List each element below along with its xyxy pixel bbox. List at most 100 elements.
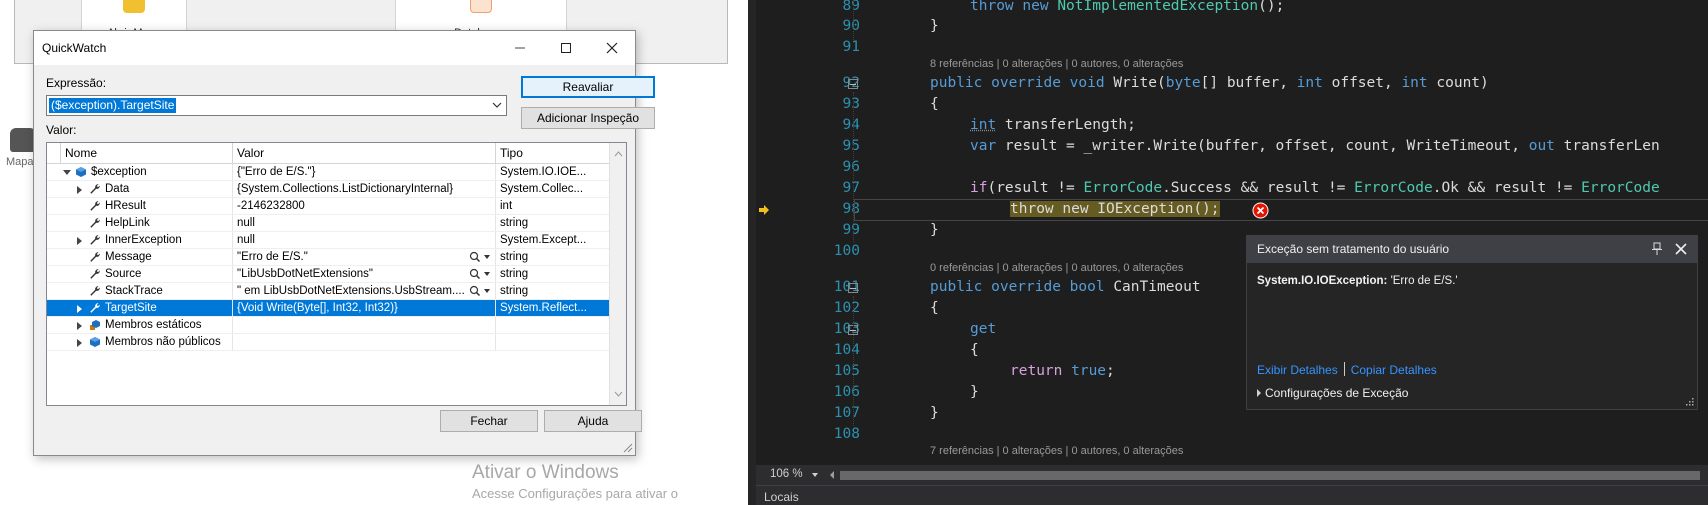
watch-value[interactable]: {Void Write(Byte[], Int32, Int32)} xyxy=(233,300,496,316)
watch-value[interactable]: "LibUsbDotNetExtensions" xyxy=(233,266,496,282)
exception-settings-label: Configurações de Exceção xyxy=(1265,386,1408,400)
watch-value[interactable]: " em LibUsbDotNetExtensions.UsbStream...… xyxy=(233,283,496,299)
code-line-102: { xyxy=(930,300,939,316)
copy-details-link[interactable]: Copiar Detalhes xyxy=(1351,363,1437,377)
wrench-icon xyxy=(89,183,101,195)
resize-grip-icon[interactable] xyxy=(623,443,633,453)
expression-text[interactable]: ($exception).TargetSite xyxy=(49,98,176,113)
codelens-references[interactable]: 8 referências | 0 alterações | 0 autores… xyxy=(930,58,1183,70)
watch-value[interactable] xyxy=(233,334,496,350)
wrench-icon xyxy=(89,200,101,212)
column-header-type[interactable]: Tipo xyxy=(496,143,610,164)
watch-row-helplink[interactable]: HelpLink null string xyxy=(47,215,610,232)
scroll-down-icon[interactable] xyxy=(610,389,627,399)
line-number: 105 xyxy=(800,363,860,379)
expand-triangle-icon[interactable] xyxy=(77,186,82,194)
reevaluate-button[interactable]: Reavaliar xyxy=(521,76,655,98)
expand-triangle-icon[interactable] xyxy=(77,322,82,330)
dialog-title: QuickWatch xyxy=(42,41,106,55)
collapse-triangle-icon[interactable] xyxy=(63,170,71,175)
wrench-icon xyxy=(89,251,101,263)
close-icon[interactable] xyxy=(1675,243,1687,255)
watch-row-membros-est-ticos[interactable]: Membros estáticos xyxy=(47,317,610,334)
map-icon xyxy=(123,0,145,13)
watch-type: string xyxy=(496,249,610,265)
chevron-down-icon[interactable] xyxy=(812,473,818,477)
close-window-button[interactable] xyxy=(589,31,635,65)
grid-rows: $exception {"Erro de E/S."} System.IO.IOE.… xyxy=(47,164,610,351)
watch-type: System.Except... xyxy=(496,232,610,248)
help-button[interactable]: Ajuda xyxy=(544,410,642,432)
wrench-icon xyxy=(89,285,101,297)
text-visualizer-icon[interactable] xyxy=(469,285,491,297)
watch-row-stacktrace[interactable]: StackTrace " em LibUsbDotNetExtensions.Us… xyxy=(47,283,610,300)
watch-row-exception[interactable]: $exception {"Erro de E/S."} System.IO.IOE.… xyxy=(47,164,610,181)
column-header-value[interactable]: Valor xyxy=(233,143,496,164)
watch-name: InnerException xyxy=(105,232,182,248)
codelens-references[interactable]: 7 referências | 0 alterações | 0 autores… xyxy=(930,445,1183,457)
dialog-titlebar[interactable]: QuickWatch xyxy=(34,31,635,65)
watch-name-cell: Source xyxy=(47,266,233,282)
line-number: 106 xyxy=(800,384,860,400)
collapse-icon[interactable] xyxy=(848,79,858,89)
code-token: Write( xyxy=(1113,75,1165,91)
codelens-references[interactable]: 0 referências | 0 alterações | 0 autores… xyxy=(930,262,1183,274)
code-line-94: int transferLength; xyxy=(970,117,1136,133)
activation-watermark-subtitle: Acesse Configurações para ativar o xyxy=(472,486,678,501)
code-token: .Ok && result != xyxy=(1433,180,1581,196)
watch-value[interactable]: null xyxy=(233,215,496,231)
watch-value[interactable]: "Erro de E/S." xyxy=(233,249,496,265)
watch-name: StackTrace xyxy=(105,283,163,299)
watch-row-targetsite[interactable]: TargetSite {Void Write(Byte[], Int32, Int… xyxy=(47,300,610,317)
exception-type: System.IO.IOException: xyxy=(1257,275,1387,287)
chevron-down-icon[interactable] xyxy=(491,99,503,111)
watch-name-cell: StackTrace xyxy=(47,283,233,299)
watch-value[interactable] xyxy=(233,317,496,333)
watch-row-source[interactable]: Source "LibUsbDotNetExtensions" string xyxy=(47,266,610,283)
horizontal-scrollbar[interactable] xyxy=(840,471,1700,480)
watch-value[interactable]: {"Erro de E/S."} xyxy=(233,164,496,180)
scrollbar-thumb[interactable] xyxy=(840,471,1700,480)
code-token: ErrorCode xyxy=(1354,180,1433,196)
code-line-92: public override void Write(byte[] buffer… xyxy=(930,75,1489,91)
watch-row-data[interactable]: Data {System.Collections.ListDictionaryIn… xyxy=(47,181,610,198)
expression-combobox[interactable]: ($exception).TargetSite xyxy=(46,95,507,116)
maximize-button[interactable] xyxy=(543,31,589,65)
expand-triangle-icon xyxy=(1257,389,1261,397)
watch-type: int xyxy=(496,198,610,214)
text-visualizer-icon[interactable] xyxy=(469,268,491,280)
add-watch-button[interactable]: Adicionar Inspeção xyxy=(521,107,655,129)
pin-icon[interactable] xyxy=(1651,242,1663,256)
activation-watermark-title: Ativar o Windows xyxy=(472,462,619,484)
expand-triangle-icon[interactable] xyxy=(77,237,82,245)
watch-row-innerexception[interactable]: InnerException null System.Except... xyxy=(47,232,610,249)
watch-value-text: null xyxy=(237,234,255,246)
text-visualizer-icon[interactable] xyxy=(469,251,491,263)
grid-scrollbar[interactable] xyxy=(609,143,626,405)
view-details-link[interactable]: Exibir Detalhes xyxy=(1257,363,1338,377)
column-header-name[interactable]: Nome xyxy=(61,143,233,164)
minimize-icon xyxy=(514,42,526,54)
collapse-icon[interactable] xyxy=(848,283,858,293)
watch-value[interactable]: {System.Collections.ListDictionaryIntern… xyxy=(233,181,496,197)
watch-value[interactable]: null xyxy=(233,232,496,248)
resize-grip-icon[interactable] xyxy=(1684,396,1694,406)
watch-row-membros-n-o-p-blicos[interactable]: Membros não públicos xyxy=(47,334,610,351)
watch-value-text: {"Erro de E/S."} xyxy=(237,166,315,178)
scroll-left-icon[interactable] xyxy=(830,471,834,479)
close-dialog-button[interactable]: Fechar xyxy=(440,410,538,432)
expand-triangle-icon[interactable] xyxy=(77,305,82,313)
watch-grid[interactable]: Nome Valor Tipo $exception {"Erro de E/S.… xyxy=(46,142,627,406)
exception-settings-toggle[interactable]: Configurações de Exceção xyxy=(1257,386,1408,400)
tab-locals[interactable]: Locais xyxy=(764,490,799,504)
scroll-up-icon[interactable] xyxy=(610,149,627,159)
line-number: 108 xyxy=(800,426,860,442)
zoom-level[interactable]: 106 % xyxy=(770,468,803,480)
expand-triangle-icon[interactable] xyxy=(77,339,82,347)
watch-row-hresult[interactable]: HResult -2146232800 int xyxy=(47,198,610,215)
code-token: int xyxy=(970,117,996,133)
minimize-button[interactable] xyxy=(497,31,543,65)
line-number: 98 xyxy=(800,201,860,217)
watch-row-message[interactable]: Message "Erro de E/S." string xyxy=(47,249,610,266)
watch-value[interactable]: -2146232800 xyxy=(233,198,496,214)
